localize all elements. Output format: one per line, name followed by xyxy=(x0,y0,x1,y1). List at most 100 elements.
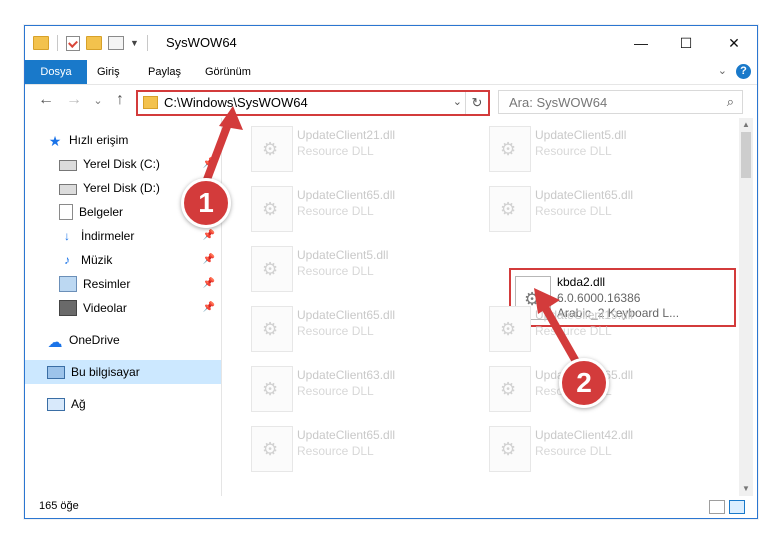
dll-file-icon xyxy=(251,306,293,352)
file-name: UpdateClient63.dll xyxy=(297,368,396,382)
back-button[interactable]: ← xyxy=(37,91,55,109)
network-icon xyxy=(47,397,65,411)
dll-file-icon xyxy=(251,426,293,472)
file-item[interactable]: UpdateClient65.dll Resource DLL xyxy=(483,178,713,238)
file-item[interactable]: UpdateClient63.dll Resource DLL xyxy=(245,358,475,418)
forward-button[interactable]: → xyxy=(65,91,83,109)
file-item[interactable]: UpdateClient65.dll Resource DLL xyxy=(245,178,475,238)
dll-file-icon xyxy=(489,426,531,472)
pictures-icon xyxy=(59,276,77,292)
file-name: UpdateClient65.dll xyxy=(297,308,396,322)
file-type: Resource DLL xyxy=(297,144,374,158)
sidebar-item-music[interactable]: ♪ Müzik 📌 xyxy=(25,248,221,272)
file-type: Resource DLL xyxy=(535,204,612,218)
file-name: UpdateClient5.dll xyxy=(535,128,627,142)
sidebar-item-videos[interactable]: Videolar 📌 xyxy=(25,296,221,320)
file-name: UpdateClient65.dll xyxy=(297,188,396,202)
file-name: UpdateClient5.dll xyxy=(297,248,389,262)
folder-icon[interactable] xyxy=(33,36,49,50)
dll-file-icon xyxy=(489,126,531,172)
recent-locations-button[interactable]: ⌄ xyxy=(89,91,107,109)
search-box[interactable]: Ara: SysWOW64 ⌕ xyxy=(498,90,743,114)
minimize-button[interactable]: — xyxy=(618,26,664,60)
pin-icon[interactable]: 📌 xyxy=(203,278,215,289)
dll-file-icon xyxy=(251,186,293,232)
file-name: UpdateClient65.dll xyxy=(297,428,396,442)
scroll-up-icon[interactable]: ▲ xyxy=(739,118,753,132)
file-name: UpdateClient42.dll xyxy=(535,428,634,442)
file-list: UpdateClient21.dll Resource DLL UpdateCl… xyxy=(245,118,739,496)
refresh-button[interactable]: ↻ xyxy=(465,92,488,114)
address-dropdown-icon[interactable]: ⌄ xyxy=(453,95,462,108)
scroll-thumb[interactable] xyxy=(741,132,751,178)
details-view-icon[interactable] xyxy=(709,500,725,514)
dll-file-icon xyxy=(251,366,293,412)
explorer-window: ▼ SysWOW64 — ☐ ✕ Dosya Giriş Paylaş Görü… xyxy=(24,25,758,519)
download-icon: ↓ xyxy=(64,229,70,243)
up-button[interactable]: ↑ xyxy=(111,91,129,109)
file-item[interactable]: UpdateClient5.dll Resource DLL xyxy=(245,238,475,298)
file-item[interactable]: UpdateClient42.dll Resource DLL xyxy=(483,418,713,478)
music-icon: ♪ xyxy=(64,253,70,267)
folder-icon xyxy=(143,96,158,109)
sidebar-item-label: Bu bilgisayar xyxy=(71,365,140,379)
sidebar-item-label: Yerel Disk (D:) xyxy=(83,181,160,195)
step-badge-2: 2 xyxy=(559,358,609,408)
file-type: Resource DLL xyxy=(297,204,374,218)
tab-file[interactable]: Dosya xyxy=(25,60,87,84)
pc-icon xyxy=(47,365,65,379)
dll-file-icon xyxy=(251,246,293,292)
file-item[interactable]: UpdateClient5.dll Resource DLL xyxy=(483,118,713,178)
sidebar-item-label: Ağ xyxy=(71,397,86,411)
file-name: UpdateClient65.dll xyxy=(535,188,634,202)
sidebar-item-pictures[interactable]: Resimler 📌 xyxy=(25,272,221,296)
maximize-button[interactable]: ☐ xyxy=(663,26,709,60)
sidebar-item-downloads[interactable]: ↓ İndirmeler 📌 xyxy=(25,224,221,248)
properties-icon[interactable] xyxy=(66,35,80,51)
chevron-down-icon[interactable]: ▼ xyxy=(130,38,139,48)
search-input[interactable]: Ara: SysWOW64 xyxy=(509,95,607,110)
close-button[interactable]: ✕ xyxy=(711,26,757,60)
tab-home[interactable]: Giriş xyxy=(87,63,130,81)
search-icon[interactable]: ⌕ xyxy=(727,94,734,110)
help-icon[interactable]: ? xyxy=(736,64,751,79)
navigation-bar: ← → ⌄ ↑ C:\Windows\SysWOW64 ⌄ ↻ Ara: Sys… xyxy=(25,85,757,117)
file-item[interactable]: UpdateClient65.dll Resource DLL xyxy=(245,298,475,358)
drive-icon xyxy=(59,184,77,195)
pin-icon[interactable]: 📌 xyxy=(203,230,215,241)
file-type: Resource DLL xyxy=(297,264,374,278)
window-title: SysWOW64 xyxy=(166,35,237,50)
sidebar-item-label: Videolar xyxy=(83,301,127,315)
sidebar-item-label: OneDrive xyxy=(69,333,120,347)
file-type: Resource DLL xyxy=(297,324,374,338)
sidebar-item-label: Hızlı erişim xyxy=(69,133,129,147)
tiles-view-icon[interactable] xyxy=(729,500,745,514)
dll-file-icon xyxy=(251,126,293,172)
video-icon xyxy=(59,300,77,316)
file-type: Resource DLL xyxy=(297,444,374,458)
drive-icon xyxy=(59,160,77,171)
file-item[interactable]: UpdateClient65.dll Resource DLL xyxy=(245,418,475,478)
cloud-icon: ☁ xyxy=(47,334,63,351)
customize-toolbar-icon[interactable] xyxy=(108,36,124,50)
tab-view[interactable]: Görünüm xyxy=(195,63,261,81)
sidebar-item-onedrive[interactable]: ☁ OneDrive xyxy=(25,328,221,352)
sidebar-item-this-pc[interactable]: Bu bilgisayar xyxy=(25,360,221,384)
star-icon: ★ xyxy=(48,133,62,149)
file-name: UpdateClient21.dll xyxy=(297,128,396,142)
ribbon-collapse-icon[interactable]: ⌄ xyxy=(718,64,727,77)
new-folder-icon[interactable] xyxy=(86,36,102,50)
toolbar-separator xyxy=(146,35,148,51)
sidebar-item-label: İndirmeler xyxy=(81,229,135,243)
step-badge-1: 1 xyxy=(181,178,231,228)
scroll-down-icon[interactable]: ▼ xyxy=(739,482,753,496)
pin-icon[interactable]: 📌 xyxy=(203,302,215,313)
pin-icon[interactable]: 📌 xyxy=(203,254,215,265)
sidebar-item-label: Belgeler xyxy=(79,205,124,219)
tab-share[interactable]: Paylaş xyxy=(138,63,191,81)
title-bar: ▼ SysWOW64 — ☐ ✕ xyxy=(25,26,757,60)
file-item[interactable]: UpdateClient21.dll Resource DLL xyxy=(245,118,475,178)
vertical-scrollbar[interactable]: ▲ ▼ xyxy=(739,118,753,496)
sidebar-item-network[interactable]: Ağ xyxy=(25,392,221,416)
sidebar-item-label: Müzik xyxy=(81,253,113,267)
